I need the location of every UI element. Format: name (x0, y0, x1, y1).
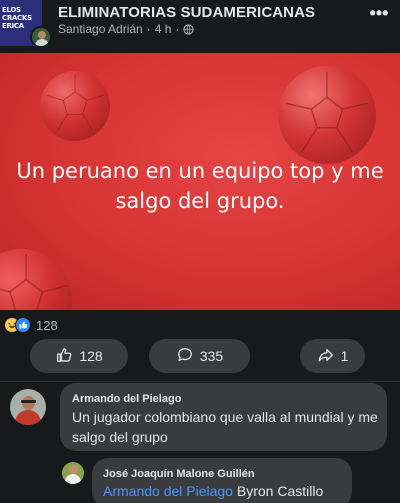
commenter-avatar[interactable] (10, 389, 46, 425)
author-name[interactable]: Santiago Adrián (58, 22, 143, 36)
reaction-icons (4, 317, 32, 333)
reply-mention[interactable]: Armando del Pielago (103, 483, 233, 499)
reactions-summary[interactable]: 128 (4, 317, 58, 333)
reply-body: Byron Castillo (236, 483, 324, 499)
image-caption-line-2: salgo del grupo. (115, 189, 285, 213)
comment-button[interactable]: 335 (149, 339, 250, 373)
reply-avatar[interactable] (62, 462, 84, 484)
comment-bubble: Armando del Pielago Un jugador colombian… (60, 383, 387, 451)
post-meta: Santiago Adrián · 4 h · (58, 22, 195, 36)
globe-icon (183, 23, 195, 35)
more-icon[interactable]: ••• (368, 4, 390, 22)
like-count: 128 (79, 348, 103, 364)
share-count: 1 (340, 348, 349, 364)
reply-text: Armando del Pielago Byron Castillo (103, 483, 323, 499)
comment-icon (176, 346, 194, 367)
like-reaction-icon (15, 317, 31, 333)
post-time[interactable]: 4 h (155, 22, 172, 36)
reaction-count: 128 (36, 317, 58, 333)
image-caption-line-1: Un peruano en un equipo top y me (16, 159, 384, 183)
ball-image (278, 66, 376, 164)
group-name[interactable]: ELIMINATORIAS SUDAMERICANAS (58, 4, 315, 21)
action-bar: 128 335 1 (0, 339, 400, 373)
comment-author[interactable]: Armando del Pielago (72, 393, 181, 405)
share-icon (317, 346, 335, 367)
post-header: ELOS CRACKS ERICA ELIMINATORIAS SUDAMERI… (0, 0, 400, 50)
author-avatar[interactable] (30, 26, 52, 48)
post-image[interactable]: Un peruano en un equipo top y me salgo d… (0, 53, 400, 310)
share-button[interactable]: 1 (300, 339, 365, 373)
ball-image (0, 249, 72, 310)
group-avatar-logo-text: ELOS CRACKS ERICA (2, 6, 32, 30)
reply-bubble: José Joaquín Malone Guillén Armando del … (92, 458, 352, 503)
reply-author[interactable]: José Joaquín Malone Guillén (103, 468, 255, 480)
meta-separator-2: · (175, 22, 180, 36)
comment-text: Un jugador colombiano que valla al mundi… (72, 409, 378, 445)
ball-image (40, 71, 110, 141)
divider (0, 381, 400, 382)
comment-count: 335 (199, 348, 224, 364)
meta-separator: · (146, 22, 151, 36)
image-caption: Un peruano en un equipo top y me salgo d… (0, 156, 400, 216)
like-icon (55, 346, 73, 367)
like-button[interactable]: 128 (30, 339, 128, 373)
